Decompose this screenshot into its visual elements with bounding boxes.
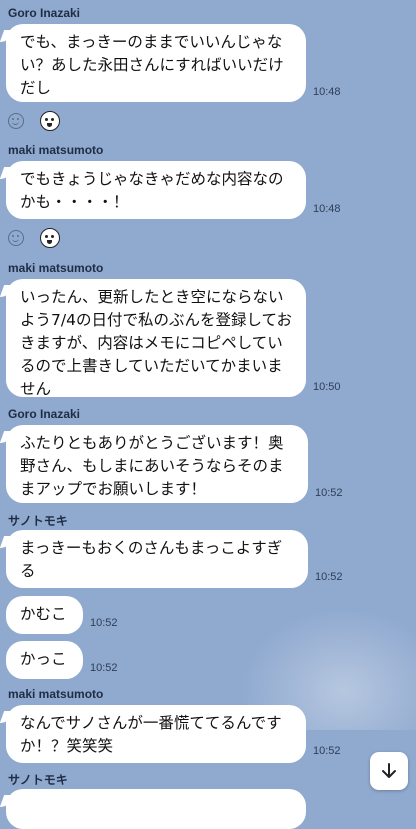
message-time: 10:52	[90, 617, 118, 629]
add-reaction-icon[interactable]	[8, 113, 24, 129]
message-time: 10:48	[313, 86, 341, 98]
message-bubble[interactable]: なんでサノさんが一番慌ててるんですか！？笑笑笑	[6, 705, 306, 763]
sender-name: Goro Inazaki	[8, 6, 81, 20]
message-bubble[interactable]	[6, 789, 306, 829]
sender-name: サノトモキ	[8, 514, 68, 528]
reaction-bar	[8, 228, 68, 250]
sender-name: maki matsumoto	[8, 687, 104, 701]
arrow-down-icon	[382, 763, 396, 778]
message-bubble[interactable]: まっきーもおくのさんもまっこよすぎる	[6, 530, 308, 588]
message-time: 10:52	[315, 487, 343, 499]
sticker-reaction-icon[interactable]	[40, 228, 60, 248]
message-time: 10:52	[313, 745, 341, 757]
message-bubble[interactable]: いったん、更新したとき空にならないよう7/4の日付で私のぶんを登録しておきますが…	[6, 279, 306, 398]
chat-timeline[interactable]: Goro Inazaki でも、まっきーのままでいいんじゃない？あした永田さんに…	[0, 0, 416, 829]
message-bubble[interactable]: かっこ	[6, 641, 83, 679]
message-bubble[interactable]: かむこ	[6, 596, 83, 634]
scroll-to-bottom-button[interactable]	[370, 752, 408, 790]
message-bubble[interactable]: ふたりともありがとうございます！奥野さん、もしまにあいそうならそのままアップでお…	[6, 425, 308, 503]
message-time: 10:48	[313, 203, 341, 215]
sender-name: maki matsumoto	[8, 261, 104, 275]
message-time: 10:52	[315, 571, 343, 583]
sender-name: maki matsumoto	[8, 143, 104, 157]
message-bubble[interactable]: でもきょうじゃなきゃだめな内容なのかも・・・・！	[6, 161, 306, 219]
add-reaction-icon[interactable]	[8, 230, 24, 246]
message-bubble[interactable]: でも、まっきーのままでいいんじゃない？あした永田さんにすればいいだけだし	[6, 24, 306, 102]
sticker-reaction-icon[interactable]	[40, 111, 60, 131]
sender-name: サノトモキ	[8, 773, 68, 787]
message-time: 10:52	[90, 662, 118, 674]
reaction-bar	[8, 111, 68, 133]
message-time: 10:50	[313, 381, 341, 393]
sender-name: Goro Inazaki	[8, 407, 81, 421]
